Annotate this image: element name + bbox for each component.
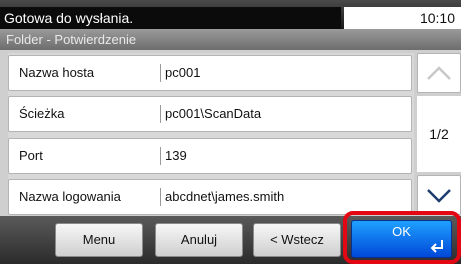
page-indicator: 1/2 xyxy=(417,96,461,172)
ok-button[interactable]: OK xyxy=(351,220,452,258)
status-bar: Gotowa do wysłania. 10:10 xyxy=(0,0,461,29)
field-separator xyxy=(160,64,161,82)
field-label: Nazwa logowania xyxy=(19,189,121,204)
field-value: 139 xyxy=(165,148,187,163)
enter-arrow-icon xyxy=(430,240,443,253)
field-separator xyxy=(160,188,161,206)
field-label: Nazwa hosta xyxy=(19,65,95,80)
chevron-down-icon xyxy=(427,189,451,203)
field-row-login-name[interactable]: Nazwa logowania abcdnet\james.smith xyxy=(8,179,412,215)
field-row-host-name[interactable]: Nazwa hosta pc001 xyxy=(8,55,412,91)
back-button[interactable]: < Wstecz xyxy=(253,223,341,257)
field-value: pc001\ScanData xyxy=(165,106,262,121)
field-row-path[interactable]: Ścieżka pc001\ScanData xyxy=(8,96,412,132)
field-label: Port xyxy=(19,148,43,163)
menu-button[interactable]: Menu xyxy=(55,223,143,257)
screen-title: Folder - Potwierdzenie xyxy=(0,29,461,50)
field-separator xyxy=(160,105,161,123)
field-value: abcdnet\james.smith xyxy=(165,189,285,204)
field-row-port[interactable]: Port 139 xyxy=(8,138,412,174)
status-message: Gotowa do wysłania. xyxy=(0,7,341,29)
field-list: Nazwa hosta pc001 Ścieżka pc001\ScanData… xyxy=(8,53,414,215)
field-separator xyxy=(160,147,161,165)
confirmation-panel: Nazwa hosta pc001 Ścieżka pc001\ScanData… xyxy=(0,50,461,216)
scroll-up-button[interactable] xyxy=(417,53,461,93)
field-label: Ścieżka xyxy=(19,106,65,121)
status-clock: 10:10 xyxy=(344,7,461,29)
ok-button-label: OK xyxy=(392,224,411,239)
device-screen: Gotowa do wysłania. 10:10 Folder - Potwi… xyxy=(0,0,461,264)
cancel-button[interactable]: Anuluj xyxy=(155,223,243,257)
chevron-up-icon xyxy=(427,66,451,80)
scroll-down-button[interactable] xyxy=(417,175,461,215)
field-value: pc001 xyxy=(165,65,201,80)
